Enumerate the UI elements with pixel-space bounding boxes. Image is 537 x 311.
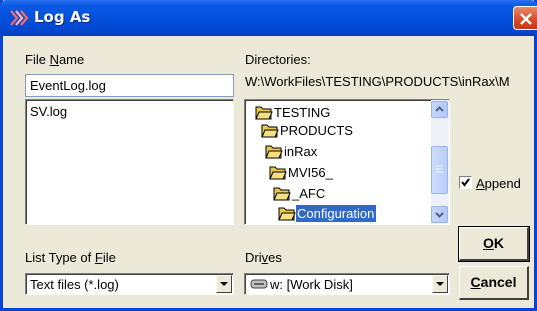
list-type-label: List Type of File: [25, 250, 116, 265]
ok-button[interactable]: OK: [458, 226, 530, 262]
scroll-thumb[interactable]: [431, 146, 448, 194]
drives-select[interactable]: w: [Work Disk]: [244, 273, 450, 295]
open-folder-icon: [278, 207, 296, 221]
chevron-up-icon: [435, 106, 444, 112]
close-button[interactable]: [513, 6, 537, 30]
directory-scrollbar[interactable]: [431, 100, 449, 224]
file-name-label: File Name: [25, 52, 85, 67]
file-type-select[interactable]: Text files (*.log): [25, 273, 234, 295]
dropdown-arrow-icon: [220, 282, 228, 286]
title-bar[interactable]: Log As: [0, 0, 537, 36]
open-folder-icon: [255, 106, 273, 120]
close-icon: [520, 13, 532, 25]
drives-label: Drives: [245, 250, 282, 265]
file-name-value: EventLog.log: [30, 78, 106, 93]
append-label[interactable]: Append: [476, 176, 521, 191]
tree-item-testing[interactable]: TESTING: [255, 104, 332, 122]
file-list[interactable]: SV.log: [25, 99, 234, 225]
tree-item-products[interactable]: PRODUCTS: [261, 122, 355, 140]
open-folder-icon: [269, 166, 287, 180]
drive-icon: [250, 279, 268, 289]
chevron-down-icon: [435, 212, 444, 218]
window-title: Log As: [34, 8, 91, 26]
drives-value: w: [Work Disk]: [270, 277, 353, 292]
scroll-up-button[interactable]: [431, 101, 448, 118]
scroll-down-button[interactable]: [431, 206, 448, 223]
file-name-input[interactable]: EventLog.log: [25, 74, 234, 97]
tree-item-configuration[interactable]: Configuration: [278, 205, 377, 223]
file-type-value: Text files (*.log): [30, 277, 119, 292]
directory-tree[interactable]: TESTING PRODUCTS inRax MVI56_ _AFC Confi…: [244, 99, 450, 225]
file-list-item[interactable]: SV.log: [30, 104, 67, 119]
checkmark-icon: [461, 178, 470, 187]
directories-label: Directories:: [245, 52, 311, 67]
current-directory-path: W:\WorkFiles\TESTING\PRODUCTS\inRax\M: [245, 74, 510, 89]
open-folder-icon: [265, 145, 283, 159]
grip-icon: [436, 165, 443, 173]
open-folder-icon: [273, 187, 291, 201]
app-icon: [10, 10, 29, 26]
tree-item-mvi56[interactable]: MVI56_: [269, 164, 335, 182]
cancel-button[interactable]: Cancel: [459, 266, 529, 300]
file-type-dropdown-button[interactable]: [216, 275, 232, 293]
open-folder-icon: [261, 124, 279, 138]
tree-item-afc[interactable]: _AFC: [273, 185, 327, 203]
drives-dropdown-button[interactable]: [432, 275, 448, 293]
append-checkbox[interactable]: [459, 176, 472, 189]
tree-item-inrax[interactable]: inRax: [265, 143, 319, 161]
log-as-dialog: Log As File Name EventLog.log SV.log Dir…: [0, 0, 537, 311]
dropdown-arrow-icon: [436, 282, 444, 286]
